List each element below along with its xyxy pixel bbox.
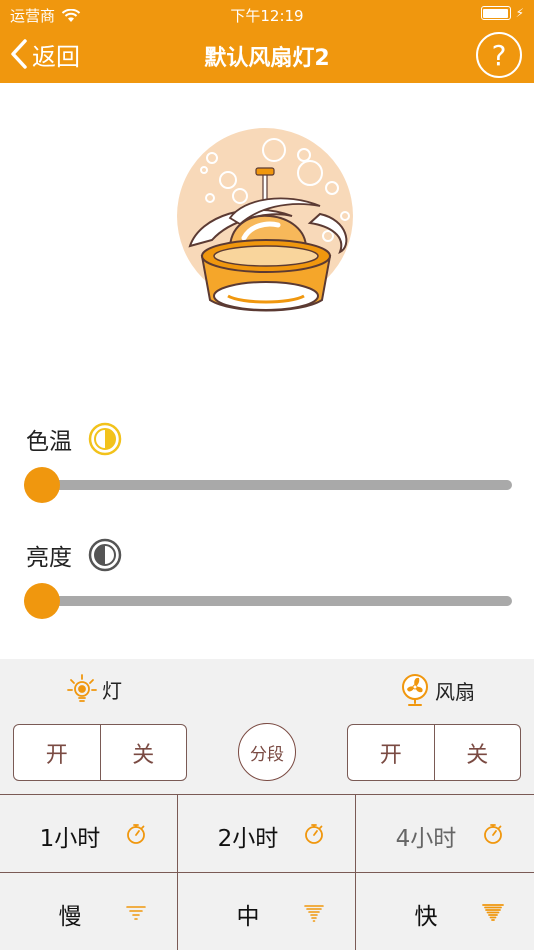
status-bar: 运营商 下午12:19 ⚡ — [0, 0, 534, 28]
wind-fast-icon — [482, 904, 504, 921]
speed-slow-button[interactable]: 慢 — [0, 873, 178, 950]
light-off-button[interactable]: 关 — [99, 725, 187, 780]
brightness-label-row: 亮度 — [26, 538, 122, 572]
light-on-button[interactable]: 开 — [14, 725, 100, 780]
fan-off-button[interactable]: 关 — [433, 725, 521, 780]
timer-label: 2小时 — [217, 826, 279, 852]
speed-label: 慢 — [58, 904, 82, 930]
speed-fast-button[interactable]: 快 — [356, 873, 534, 950]
stopwatch-icon — [305, 824, 323, 844]
help-button[interactable]: ? — [476, 32, 522, 78]
fan-toggle-group: 开 关 — [347, 724, 521, 781]
light-bulb-icon — [67, 674, 97, 702]
stopwatch-icon — [484, 824, 502, 844]
timer-4h-button[interactable]: 4小时 — [356, 795, 534, 873]
light-toggle-group: 开 关 — [13, 724, 187, 781]
speed-label: 快 — [414, 904, 438, 930]
light-section-label: 灯 — [66, 673, 122, 705]
light-label: 灯 — [102, 678, 122, 703]
back-label: 返回 — [32, 42, 80, 71]
timer-label: 1小时 — [39, 826, 101, 852]
brightness-icon — [88, 538, 122, 572]
back-button[interactable]: 返回 — [10, 34, 80, 74]
wind-medium-icon — [304, 905, 324, 922]
timer-speed-grid: 1小时 2小时 4小时 慢 中 快 — [0, 794, 534, 950]
page-title: 默认风扇灯2 — [204, 46, 330, 71]
brightness-slider[interactable] — [24, 582, 512, 620]
brightness-label: 亮度 — [26, 545, 72, 571]
chevron-left-icon — [11, 39, 27, 69]
slider-track — [24, 480, 512, 490]
status-time: 下午12:19 — [230, 7, 304, 25]
slider-thumb[interactable] — [24, 583, 60, 619]
timer-2h-button[interactable]: 2小时 — [178, 795, 356, 873]
wind-slow-icon — [126, 906, 146, 920]
fan-icon — [402, 674, 428, 706]
battery-indicator: ⚡ — [480, 6, 524, 20]
help-icon: ? — [491, 38, 507, 72]
fan-on-button[interactable]: 开 — [348, 725, 434, 780]
color-temp-slider[interactable] — [24, 466, 512, 504]
timer-1h-button[interactable]: 1小时 — [0, 795, 178, 873]
fan-section-label: 风扇 — [399, 673, 475, 707]
fan-light-illustration — [177, 128, 353, 312]
color-temp-label: 色温 — [26, 429, 72, 455]
speed-label: 中 — [236, 904, 260, 930]
segment-button[interactable]: 分段 — [238, 723, 296, 781]
color-temperature-icon — [88, 422, 122, 456]
stopwatch-icon — [127, 824, 145, 844]
color-temp-label-row: 色温 — [26, 422, 122, 456]
top-bar: 运营商 下午12:19 ⚡ 返回 默认风扇灯2 ? — [0, 0, 534, 83]
timer-label: 4小时 — [395, 826, 457, 852]
charging-icon: ⚡ — [515, 6, 524, 20]
fan-label: 风扇 — [435, 679, 475, 704]
speed-medium-button[interactable]: 中 — [178, 873, 356, 950]
nav-bar: 返回 默认风扇灯2 ? — [0, 28, 534, 83]
battery-icon — [480, 6, 511, 20]
controls-panel: 灯 风扇 开 关 分段 开 关 1小时 2小时 4小时 慢 中 快 — [0, 659, 534, 950]
slider-track — [24, 596, 512, 606]
slider-thumb[interactable] — [24, 467, 60, 503]
